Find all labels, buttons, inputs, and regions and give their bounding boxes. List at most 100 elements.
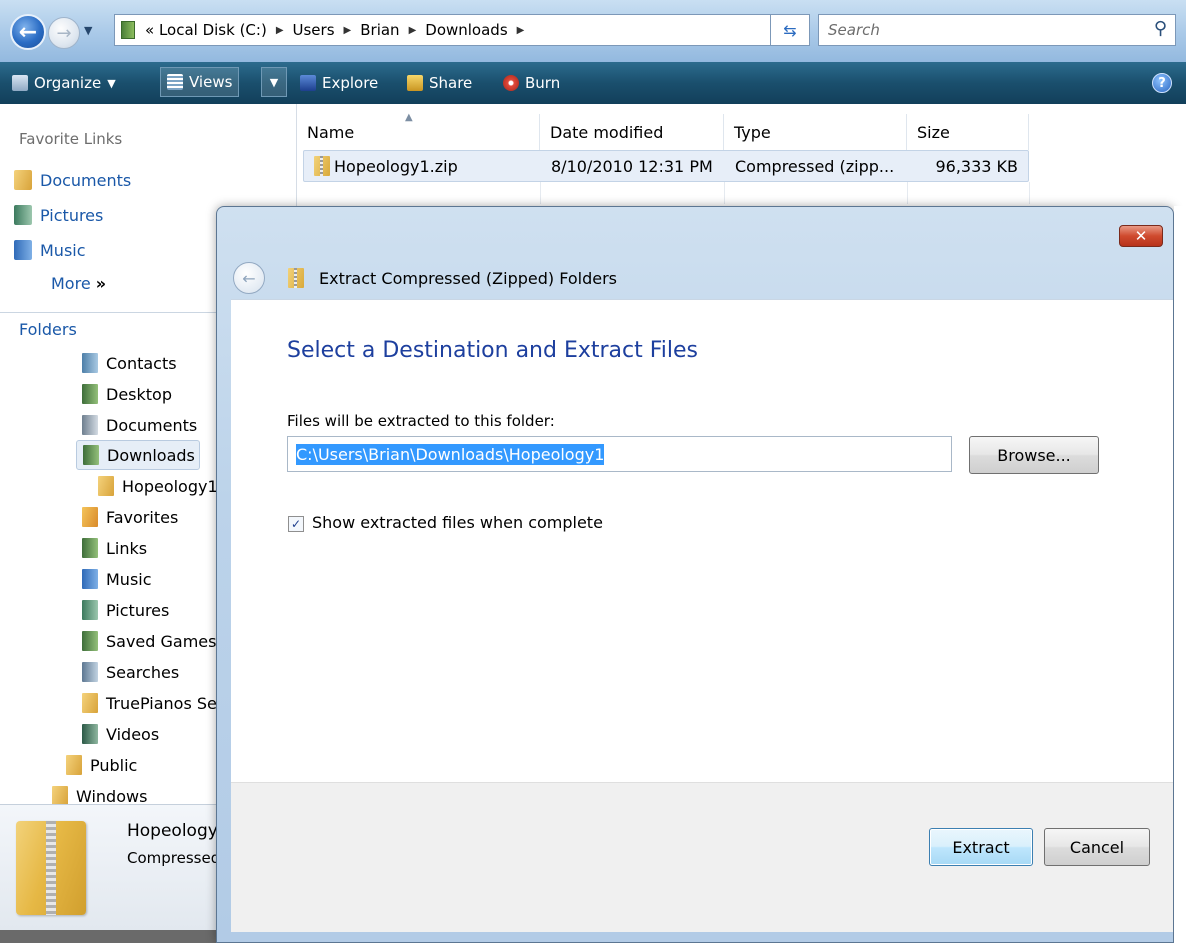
zip-folder-icon: [288, 268, 304, 288]
breadcrumb-separator-icon[interactable]: ▶: [276, 25, 284, 36]
organize-label: Organize: [34, 74, 102, 92]
details-file-type: Compressed (zipped) Folder: [127, 849, 227, 867]
tree-item-music[interactable]: Music: [82, 564, 152, 594]
column-header-date[interactable]: Date modified: [540, 114, 724, 150]
more-link[interactable]: More »: [51, 274, 106, 293]
command-bar: Organize ▼ Views ▼ Explore Share Burn ?: [0, 62, 1186, 105]
tree-item-label: Desktop: [106, 384, 172, 404]
dialog-heading: Select a Destination and Extract Files: [287, 338, 699, 363]
tree-item-searches[interactable]: Searches: [82, 657, 179, 687]
downloads-folder-icon: [83, 445, 99, 465]
zip-folder-icon: [98, 476, 114, 496]
breadcrumb-separator-icon[interactable]: ▶: [517, 25, 525, 36]
chevron-down-icon: ▼: [107, 76, 116, 90]
cancel-button[interactable]: Cancel: [1044, 828, 1150, 866]
file-size-cell: 96,333 KB: [935, 156, 1018, 176]
favorite-music[interactable]: Music: [0, 236, 86, 264]
documents-folder-icon: [82, 415, 98, 435]
file-type-cell: Compressed (zipp...: [735, 156, 895, 176]
close-icon[interactable]: ✕: [1119, 225, 1163, 247]
tree-item-label: Downloads: [107, 445, 195, 465]
column-header-label: Type: [734, 122, 771, 142]
search-input[interactable]: Search ⚲: [818, 14, 1176, 46]
column-header-type[interactable]: Type: [724, 114, 907, 150]
column-header-size[interactable]: Size: [907, 114, 1029, 150]
favorite-documents[interactable]: Documents: [0, 166, 131, 194]
burn-disc-icon: [503, 75, 519, 91]
destination-path-input[interactable]: C:\Users\Brian\Downloads\Hopeology1: [287, 436, 952, 472]
extract-dialog: ✕ ← Extract Compressed (Zipped) Folders …: [216, 206, 1174, 943]
column-header-name[interactable]: Name ▲: [297, 112, 540, 150]
column-divider: [907, 182, 908, 204]
tree-item-pictures[interactable]: Pictures: [82, 595, 169, 625]
burn-label: Burn: [525, 74, 561, 92]
windows-folder-icon: [52, 786, 68, 806]
column-header-label: Name: [307, 122, 355, 142]
views-button[interactable]: Views: [160, 67, 240, 97]
search-placeholder: Search: [828, 21, 880, 39]
organize-button[interactable]: Organize ▼: [12, 71, 116, 95]
tree-item-desktop[interactable]: Desktop: [82, 379, 172, 409]
browse-button[interactable]: Browse...: [969, 436, 1099, 474]
tree-item-documents[interactable]: Documents: [82, 410, 197, 440]
breadcrumb-users[interactable]: Users: [293, 21, 335, 39]
address-path[interactable]: « Local Disk (C:) ▶ Users ▶ Brian ▶ Down…: [114, 14, 794, 46]
tree-item-links[interactable]: Links: [82, 533, 147, 563]
destination-label: Files will be extracted to this folder:: [287, 412, 555, 430]
destination-path-value: C:\Users\Brian\Downloads\Hopeology1: [296, 443, 605, 465]
recent-pages-dropdown-icon[interactable]: ▼: [84, 24, 92, 37]
tree-item-contacts[interactable]: Contacts: [82, 348, 177, 378]
breadcrumb-local-disk[interactable]: « Local Disk (C:): [145, 21, 267, 39]
table-row[interactable]: Hopeology1.zip 8/10/2010 12:31 PM Compre…: [303, 150, 1029, 182]
views-dropdown-button[interactable]: ▼: [261, 67, 287, 97]
refresh-icon[interactable]: ⇆: [770, 14, 810, 46]
tree-item-public[interactable]: Public: [66, 750, 137, 780]
breadcrumb-downloads[interactable]: Downloads: [425, 21, 507, 39]
tree-item-downloads[interactable]: Downloads: [76, 440, 200, 470]
back-arrow-icon[interactable]: ←: [10, 14, 46, 50]
file-name-cell: Hopeology1.zip: [314, 151, 458, 181]
favorite-label: Pictures: [40, 205, 104, 225]
tree-item-label: Searches: [106, 662, 180, 682]
tree-item-favorites[interactable]: Favorites: [82, 502, 178, 532]
views-label: Views: [189, 73, 233, 91]
public-folder-icon: [66, 755, 82, 775]
share-label: Share: [429, 74, 473, 92]
views-icon: [167, 74, 183, 90]
explore-button[interactable]: Explore: [300, 71, 378, 95]
column-divider: [724, 182, 725, 204]
contacts-folder-icon: [82, 353, 98, 373]
breadcrumb-separator-icon[interactable]: ▶: [344, 25, 352, 36]
favorite-label: Music: [40, 240, 86, 260]
share-button[interactable]: Share: [407, 71, 472, 95]
music-folder-icon: [82, 569, 98, 589]
tree-item-label: Music: [106, 569, 152, 589]
tree-item-label: Pictures: [106, 600, 170, 620]
favorite-pictures[interactable]: Pictures: [0, 201, 103, 229]
tree-item-label: Contacts: [106, 353, 177, 373]
tree-item-label: Public: [90, 755, 138, 775]
show-files-checkbox[interactable]: ✓: [288, 516, 304, 532]
column-divider: [1029, 182, 1030, 204]
breadcrumb-separator-icon[interactable]: ▶: [409, 25, 417, 36]
searches-folder-icon: [82, 662, 98, 682]
more-label: More: [51, 274, 91, 293]
back-arrow-icon[interactable]: ←: [233, 262, 265, 294]
extract-button[interactable]: Extract: [929, 828, 1033, 866]
dialog-content: Select a Destination and Extract Files F…: [231, 299, 1173, 782]
help-icon[interactable]: ?: [1152, 73, 1172, 93]
explore-icon: [300, 75, 316, 91]
search-icon[interactable]: ⚲: [1154, 18, 1167, 39]
tree-item-videos[interactable]: Videos: [82, 719, 159, 749]
folders-title: Folders: [19, 319, 77, 339]
details-file-name: Hopeology1.zip: [127, 821, 227, 841]
burn-button[interactable]: Burn: [503, 71, 560, 95]
column-divider: [540, 182, 541, 204]
breadcrumb-brian[interactable]: Brian: [360, 21, 399, 39]
zip-folder-large-icon: [16, 821, 86, 915]
show-files-label[interactable]: Show extracted files when complete: [312, 513, 603, 532]
forward-arrow-icon[interactable]: →: [48, 17, 80, 49]
file-name: Hopeology1.zip: [334, 156, 458, 176]
column-header-label: Size: [917, 122, 950, 142]
dialog-footer: Extract Cancel: [231, 782, 1173, 932]
